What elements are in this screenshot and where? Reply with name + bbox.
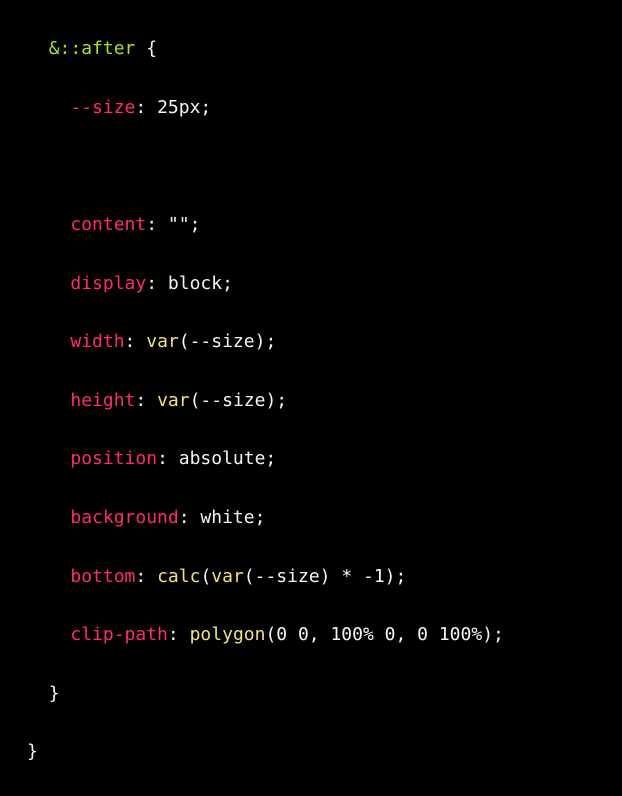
property-token: width [70,331,125,353]
function-token: calc [157,565,201,587]
property-token: display [70,272,147,294]
code-line-clip-path: clip-path: polygon(0 0, 100% 0, 0 100%); [27,620,622,649]
paren-token: ( [200,565,212,587]
code-line-background: background: white; [27,503,622,532]
property-token: content [70,214,147,236]
separator-token: : [124,331,147,353]
value-token: (--size) * -1); [243,565,407,587]
separator-token: : [167,624,190,646]
selector-token: &::after [48,38,136,60]
value-token: (0 0, 100% 0, 0 100%); [265,624,504,646]
close-brace: } [48,682,60,704]
property-token: background [70,507,179,529]
value-token: : white; [178,507,266,529]
value-token: : absolute; [157,448,277,470]
code-block: &::after { --size: 25px; content: ""; di… [0,0,622,762]
value-token: : ""; [146,214,201,236]
property-token: bottom [70,565,136,587]
property-token: clip-path [70,624,168,646]
value-token: (--size); [178,331,277,353]
property-token: --size [70,96,136,118]
code-line-width: width: var(--size); [27,327,622,356]
code-line-content: content: ""; [27,210,622,239]
property-token: position [70,448,158,470]
function-token: polygon [189,624,266,646]
separator-token: : [135,389,158,411]
function-token: var [211,565,244,587]
close-brace: } [27,741,38,763]
property-token: height [70,389,136,411]
value-token: (--size); [189,389,288,411]
code-line-var-decl: --size: 25px; [27,93,622,122]
code-line-position: position: absolute; [27,444,622,473]
code-line-selector: &::after { [27,34,622,63]
function-token: var [146,331,179,353]
function-token: var [157,389,190,411]
open-brace: { [135,38,158,60]
code-line-display: display: block; [27,269,622,298]
code-line-inner-close: } [27,679,622,708]
value-token: : block; [146,272,233,294]
code-line-outer-close: } [27,737,622,766]
code-line-bottom: bottom: calc(var(--size) * -1); [27,562,622,591]
value-token: : 25px; [135,96,212,118]
separator-token: : [135,565,158,587]
